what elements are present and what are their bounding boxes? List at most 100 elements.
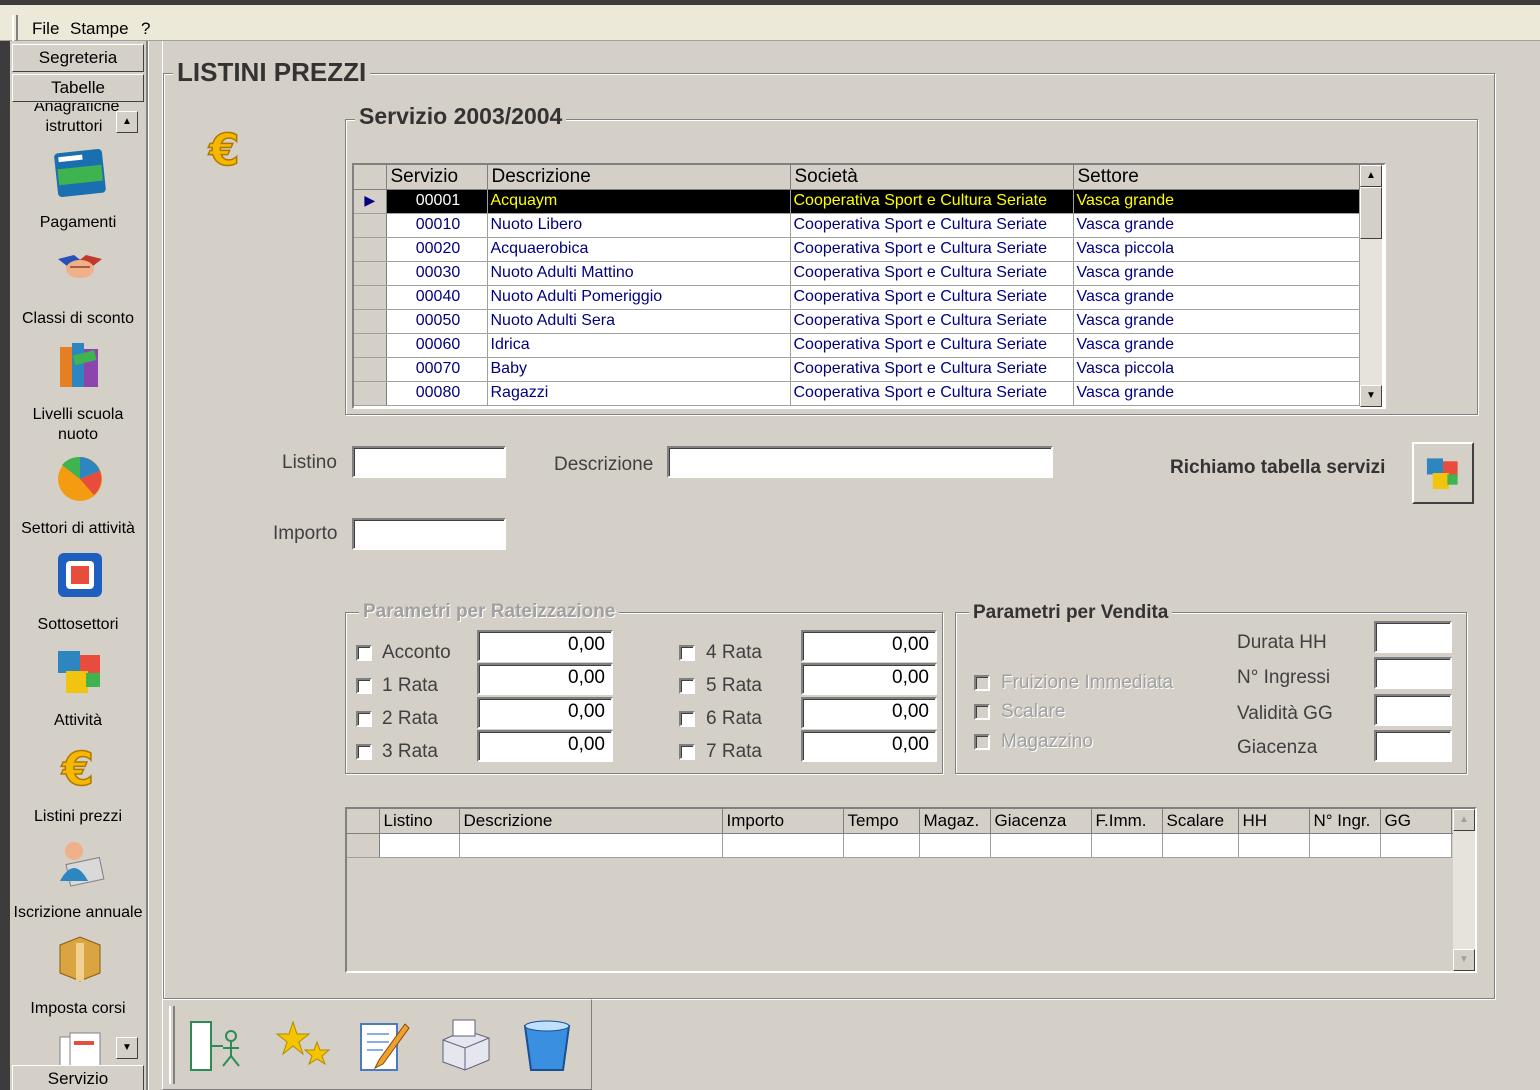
column-header[interactable]: Giacenza [990, 809, 1092, 834]
grid-cell[interactable] [722, 833, 844, 858]
pie-chart-icon[interactable] [54, 453, 106, 505]
row-indicator[interactable] [347, 833, 380, 858]
column-header[interactable]: N° Ingr. [1309, 809, 1381, 834]
cell-societa[interactable]: Cooperativa Sport e Cultura Seriate [790, 333, 1074, 358]
table-row[interactable]: 00050 Nuoto Adulti Sera Cooperativa Sport … [354, 309, 1360, 334]
menu-help[interactable]: ? [141, 19, 150, 39]
column-header[interactable]: Scalare [1162, 809, 1239, 834]
listini-scrollbar[interactable]: ▲ ▼ [1453, 809, 1475, 971]
sidebar-item-pagamenti[interactable]: Pagamenti [10, 213, 146, 233]
grid-cell[interactable] [1380, 833, 1452, 858]
cell-settore[interactable]: Vasca grande [1073, 309, 1360, 334]
sidebar-item-attivita[interactable]: Attività [10, 711, 146, 731]
table-row[interactable]: 00070 Baby Cooperativa Sport e Cultura Ser… [354, 357, 1360, 382]
scroll-thumb[interactable] [1360, 187, 1382, 239]
box-icon[interactable] [54, 933, 106, 985]
cell-servizio[interactable]: 00030 [386, 261, 488, 286]
column-header[interactable]: Magaz. [919, 809, 991, 834]
grid-cell[interactable] [990, 833, 1092, 858]
cell-settore[interactable]: Vasca grande [1073, 261, 1360, 286]
descrizione-input[interactable] [667, 446, 1053, 478]
table-row[interactable]: 00080 Ragazzi Cooperativa Sport e Cultura … [354, 381, 1360, 406]
menu-stampe[interactable]: Stampe [70, 19, 129, 39]
cell-descrizione[interactable]: Nuoto Adulti Pomeriggio [487, 285, 791, 310]
cell-servizio[interactable]: 00040 [386, 285, 488, 310]
grid-cell[interactable] [843, 833, 920, 858]
row-indicator[interactable] [354, 357, 387, 382]
column-header-societa[interactable]: Società [790, 165, 1074, 190]
print-icon[interactable] [435, 1016, 495, 1076]
cell-servizio[interactable]: 00080 [386, 381, 488, 406]
edit-icon[interactable] [355, 1016, 415, 1076]
sidebar-item-classi-sconto[interactable]: Classi di sconto [10, 309, 146, 329]
cell-servizio[interactable]: 00050 [386, 309, 488, 334]
cell-descrizione[interactable]: Baby [487, 357, 791, 382]
cell-settore[interactable]: Vasca piccola [1073, 357, 1360, 382]
grid-cell[interactable] [379, 833, 460, 858]
cell-settore[interactable]: Vasca piccola [1073, 237, 1360, 262]
cell-descrizione[interactable]: Nuoto Adulti Sera [487, 309, 791, 334]
new-icon[interactable] [273, 1016, 333, 1076]
scroll-up-button[interactable]: ▲ [1453, 809, 1475, 831]
rata6-checkbox[interactable] [679, 711, 695, 727]
exit-icon[interactable] [187, 1016, 247, 1076]
acconto-input[interactable]: 0,00 [477, 630, 613, 662]
scroll-up-button[interactable]: ▲ [1360, 165, 1382, 187]
handshake-icon[interactable] [54, 243, 106, 295]
row-indicator[interactable] [354, 213, 387, 238]
cell-societa[interactable]: Cooperativa Sport e Cultura Seriate [790, 357, 1074, 382]
sidebar-button-servizio[interactable]: Servizio [12, 1065, 144, 1090]
rata1-checkbox[interactable] [356, 678, 372, 694]
grid-cell[interactable] [1162, 833, 1239, 858]
grid-cell[interactable] [919, 833, 991, 858]
services-scrollbar[interactable]: ▲ ▼ [1360, 165, 1382, 407]
richiamo-servizi-button[interactable] [1412, 442, 1474, 504]
grid-cell[interactable] [1238, 833, 1310, 858]
column-header[interactable]: Tempo [843, 809, 920, 834]
rata3-input[interactable]: 0,00 [477, 730, 613, 762]
rata2-checkbox[interactable] [356, 711, 372, 727]
column-header[interactable]: Descrizione [459, 809, 723, 834]
rata5-input[interactable]: 0,00 [801, 663, 937, 695]
cell-societa[interactable]: Cooperativa Sport e Cultura Seriate [790, 309, 1074, 334]
scalare-checkbox[interactable] [974, 704, 990, 720]
column-header[interactable]: Listino [379, 809, 460, 834]
row-indicator[interactable]: ▶ [354, 189, 387, 214]
table-row[interactable]: 00030 Nuoto Adulti Mattino Cooperativa Spo… [354, 261, 1360, 286]
column-header[interactable]: Importo [722, 809, 844, 834]
menu-file[interactable]: File [32, 19, 59, 39]
rata2-input[interactable]: 0,00 [477, 697, 613, 729]
cell-servizio[interactable]: 00060 [386, 333, 488, 358]
rata6-input[interactable]: 0,00 [801, 697, 937, 729]
cell-societa[interactable]: Cooperativa Sport e Cultura Seriate [790, 189, 1074, 214]
sidebar-item-iscrizione[interactable]: Iscrizione annuale [10, 903, 146, 923]
cell-descrizione[interactable]: Acquaym [487, 189, 791, 214]
user-card-icon[interactable] [54, 837, 106, 889]
cell-societa[interactable]: Cooperativa Sport e Cultura Seriate [790, 285, 1074, 310]
cell-settore[interactable]: Vasca grande [1073, 285, 1360, 310]
row-indicator[interactable] [354, 237, 387, 262]
sidebar-item-sottosettori[interactable]: Sottosettori [10, 615, 146, 635]
grid-cell[interactable] [1309, 833, 1381, 858]
cell-servizio[interactable]: 00070 [386, 357, 488, 382]
frame-icon[interactable] [54, 549, 106, 601]
cell-settore[interactable]: Vasca grande [1073, 381, 1360, 406]
listino-input[interactable] [352, 446, 506, 478]
validita-input[interactable] [1374, 694, 1452, 726]
listini-grid[interactable]: Listino Descrizione Importo Tempo Magaz. Giac… [345, 807, 1477, 973]
rata3-checkbox[interactable] [356, 744, 372, 760]
rata1-input[interactable]: 0,00 [477, 663, 613, 695]
sidebar-scroll-down-button[interactable]: ▼ [116, 1037, 138, 1059]
sidebar-item-imposta-corsi[interactable]: Imposta corsi [10, 999, 146, 1019]
fruizione-checkbox[interactable] [974, 675, 990, 691]
cell-societa[interactable]: Cooperativa Sport e Cultura Seriate [790, 237, 1074, 262]
scroll-down-button[interactable]: ▼ [1453, 949, 1475, 971]
cell-societa[interactable]: Cooperativa Sport e Cultura Seriate [790, 261, 1074, 286]
sidebar-button-segreteria[interactable]: Segreteria [12, 44, 144, 72]
rata4-checkbox[interactable] [679, 645, 695, 661]
rata7-input[interactable]: 0,00 [801, 730, 937, 762]
sidebar-scroll-up-button[interactable]: ▲ [116, 111, 138, 133]
grid-cell[interactable] [459, 833, 723, 858]
cell-settore[interactable]: Vasca grande [1073, 213, 1360, 238]
cell-societa[interactable]: Cooperativa Sport e Cultura Seriate [790, 213, 1074, 238]
